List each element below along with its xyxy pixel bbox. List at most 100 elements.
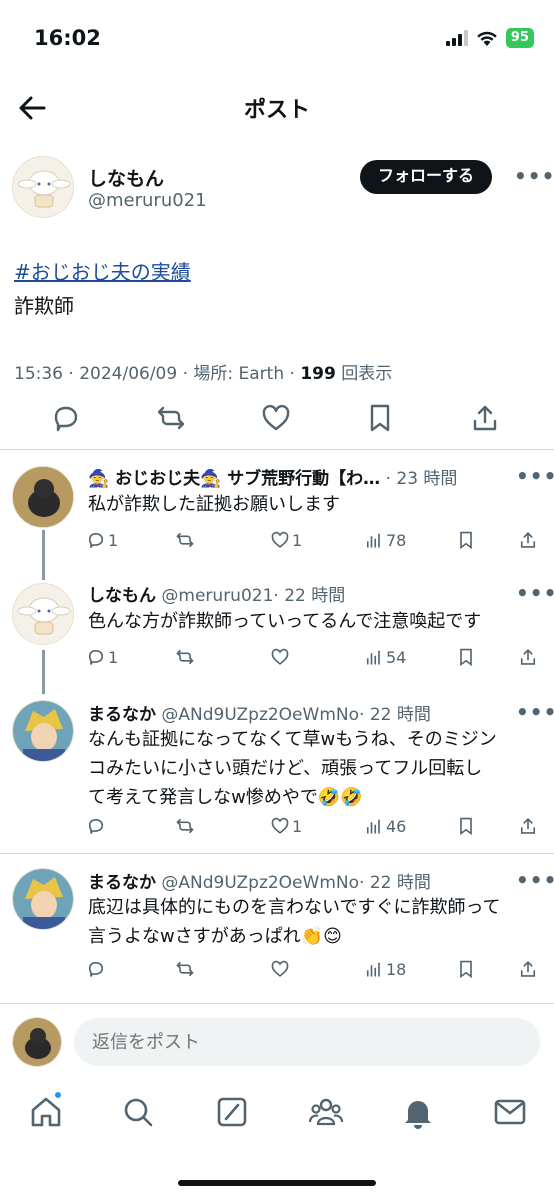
share-icon[interactable]: [518, 959, 538, 979]
thread-line: [42, 530, 45, 580]
more-options-icon[interactable]: •••: [516, 464, 554, 488]
count: 78: [386, 530, 407, 550]
like-icon: [271, 817, 289, 834]
share-icon[interactable]: [518, 530, 538, 550]
reply-author-handle[interactable]: @ANd9UZpz2OeWmNo: [161, 705, 359, 725]
messages-icon[interactable]: [492, 1094, 528, 1130]
more-options-icon[interactable]: •••: [516, 581, 554, 605]
search-icon[interactable]: [120, 1094, 156, 1130]
status-time: 16:02: [34, 26, 101, 50]
reply-icon[interactable]: [50, 402, 82, 434]
anime-character-avatar-image: [13, 701, 73, 761]
bookmark-icon[interactable]: [456, 647, 476, 667]
home-indicator: [178, 1180, 376, 1186]
repost-icon: [176, 961, 194, 977]
status-bar: 16:02 95: [0, 0, 554, 80]
like-count[interactable]: [270, 647, 292, 667]
cat-photo-image: [13, 467, 73, 527]
cinnamoroll-avatar-image: [17, 170, 71, 208]
view-count: 199: [300, 364, 336, 384]
view-count[interactable]: 78: [364, 530, 406, 550]
bookmark-icon[interactable]: [364, 402, 396, 434]
communities-icon[interactable]: [308, 1094, 344, 1130]
share-icon[interactable]: [469, 402, 501, 434]
reply-count[interactable]: [86, 959, 108, 979]
page-title: ポスト: [243, 98, 310, 123]
reply-text: 私が詐欺した証拠お願いします: [88, 490, 538, 519]
view-count[interactable]: 54: [364, 647, 406, 667]
author-handle[interactable]: @meruru021: [88, 190, 207, 211]
repost-icon: [176, 532, 194, 548]
wifi-icon: [477, 31, 497, 46]
reply-author-name[interactable]: しなもん: [88, 586, 156, 606]
count: 54: [386, 647, 407, 667]
reply-text-line: 私が詐欺した証拠お願いします: [88, 494, 340, 515]
reply-author-handle[interactable]: @meruru021: [161, 586, 273, 606]
more-options-icon[interactable]: •••: [516, 868, 554, 892]
reply-avatar[interactable]: [12, 868, 74, 930]
reply-avatar[interactable]: [12, 466, 74, 528]
notification-dot: [53, 1090, 63, 1100]
repost-count[interactable]: [175, 647, 197, 667]
grok-icon[interactable]: [214, 1094, 250, 1130]
analytics-icon: [366, 650, 380, 665]
reply-icon: [88, 961, 104, 977]
bookmark-icon[interactable]: [456, 530, 476, 550]
reply-author-handle[interactable]: @ANd9UZpz2OeWmNo: [161, 873, 359, 893]
hashtag-link[interactable]: #おじおじ夫の実績: [14, 256, 191, 285]
more-options-icon[interactable]: •••: [514, 164, 554, 188]
repost-icon: [176, 818, 194, 834]
like-icon: [271, 960, 289, 977]
post-action-bar: [0, 398, 554, 442]
reply-text-line: なんも証拠になってなくて草wもうね、そのミジン: [88, 729, 497, 750]
like-count[interactable]: 1: [270, 816, 302, 836]
like-icon[interactable]: [260, 402, 292, 434]
reply-text-line: 底辺は具体的にものを言わないですぐに詐欺師って: [88, 897, 501, 918]
cat-photo-image: [13, 1018, 61, 1066]
view-count-label: 回表示: [335, 364, 393, 384]
reply-header: しなもん @meruru021· 22 時間: [88, 581, 345, 606]
bookmark-icon[interactable]: [456, 816, 476, 836]
count: 1: [108, 647, 119, 667]
reply-author-name[interactable]: まるなか: [88, 873, 156, 893]
analytics-icon: [366, 533, 380, 548]
follow-button[interactable]: フォローする: [360, 160, 493, 194]
my-avatar[interactable]: [12, 1017, 62, 1067]
anime-character-avatar-image: [13, 869, 73, 929]
thread-line: [42, 650, 45, 694]
reply-icon: [88, 818, 104, 834]
view-count[interactable]: 18: [364, 959, 406, 979]
reply-avatar[interactable]: [12, 583, 74, 645]
reply-avatar[interactable]: [12, 700, 74, 762]
view-count[interactable]: 46: [364, 816, 406, 836]
post-timestamp-location: 15:36 · 2024/06/09 · 場所: Earth ·: [14, 364, 301, 384]
reply-author-name[interactable]: 🧙 おじおじ夫🧙 サブ荒野行動【わ…: [88, 469, 380, 489]
reply-input[interactable]: [74, 1018, 540, 1066]
share-icon[interactable]: [518, 816, 538, 836]
like-count[interactable]: [270, 959, 292, 979]
repost-count[interactable]: [175, 816, 197, 836]
notifications-bell-icon[interactable]: [400, 1094, 436, 1130]
share-icon[interactable]: [518, 647, 538, 667]
reply-header: まるなか @ANd9UZpz2OeWmNo· 22 時間: [88, 868, 431, 893]
post-meta: 15:36 · 2024/06/09 · 場所: Earth · 199 回表示: [14, 359, 392, 384]
battery-indicator: 95: [505, 28, 534, 48]
reply-text: 色んな方が詐欺師っていってるんで注意喚起です: [88, 607, 538, 636]
reply-author-name[interactable]: まるなか: [88, 705, 156, 725]
bookmark-icon[interactable]: [456, 959, 476, 979]
reply-time: · 23 時間: [385, 469, 458, 489]
reply-count[interactable]: 1: [86, 530, 118, 550]
like-icon: [271, 531, 289, 548]
status-icons: 95: [445, 28, 534, 48]
reply-icon: [88, 532, 104, 548]
repost-icon[interactable]: [155, 402, 187, 434]
reply-count[interactable]: [86, 816, 108, 836]
reply-count[interactable]: 1: [86, 647, 118, 667]
repost-count[interactable]: [175, 530, 197, 550]
like-count[interactable]: 1: [270, 530, 302, 550]
more-options-icon[interactable]: •••: [516, 700, 554, 724]
author-name[interactable]: しなもん: [88, 164, 164, 191]
repost-count[interactable]: [175, 959, 197, 979]
author-avatar[interactable]: [12, 156, 74, 218]
divider: [0, 449, 554, 450]
